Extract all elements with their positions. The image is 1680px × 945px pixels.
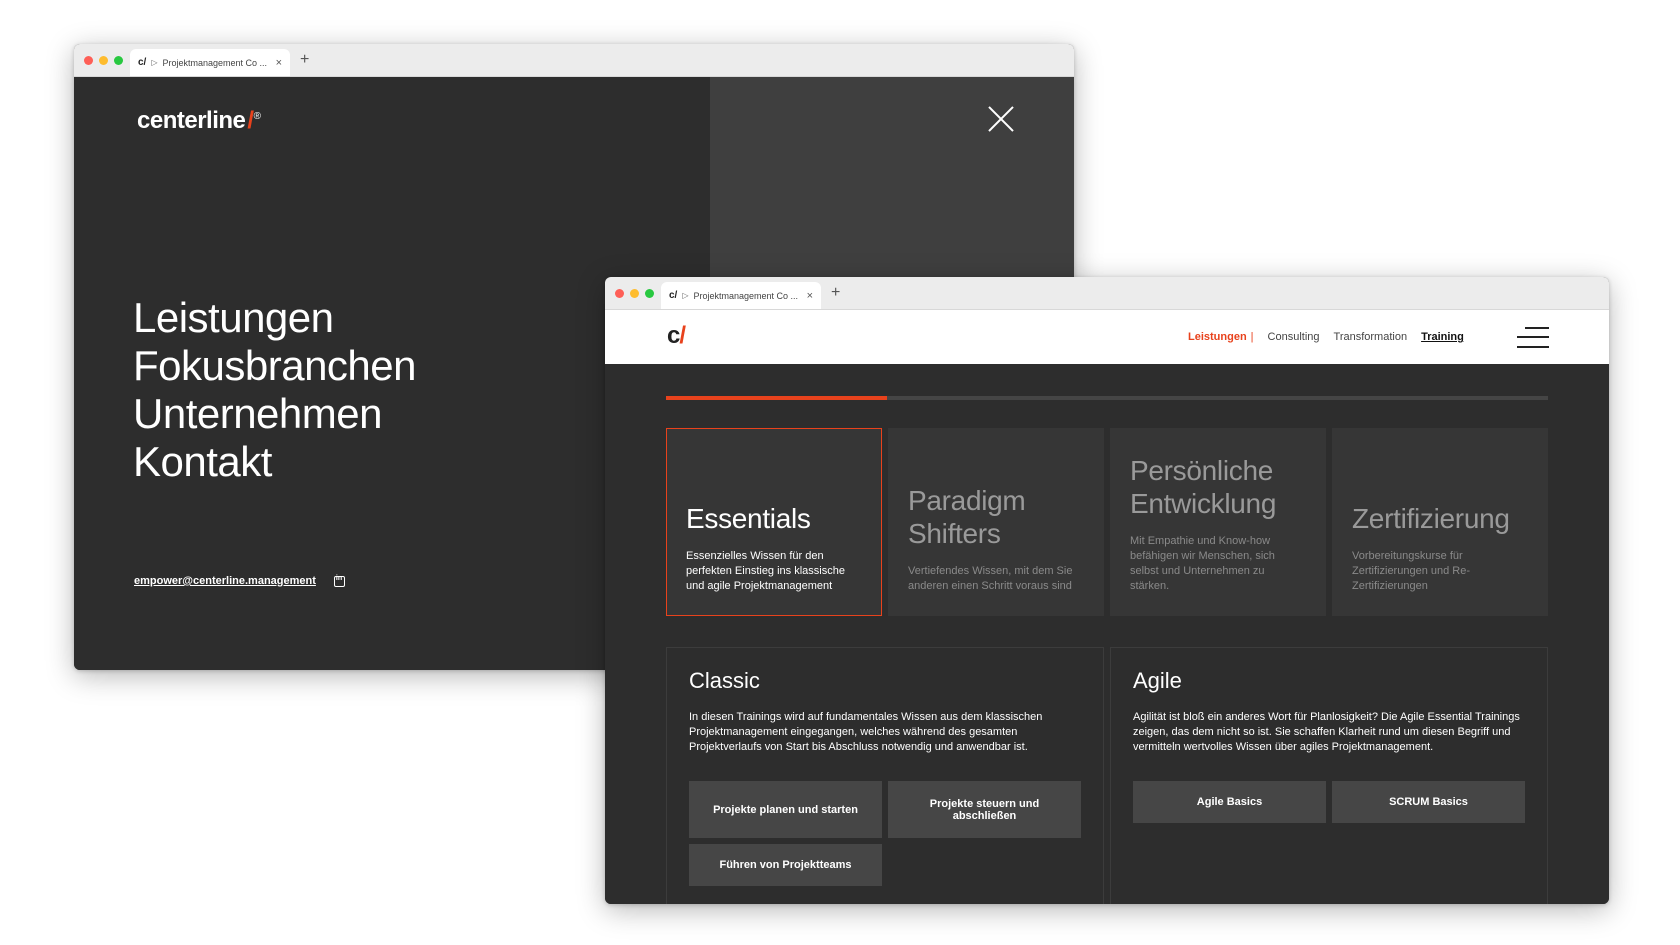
category-title: Persönliche Entwicklung bbox=[1130, 455, 1277, 519]
group-buttons: Agile Basics SCRUM Basics bbox=[1133, 781, 1525, 823]
browser-tab[interactable]: c/ ▷ Projektmanagement Co ... × bbox=[130, 49, 290, 76]
nav-training[interactable]: Training bbox=[1421, 331, 1464, 343]
category-cards: Essentials Essenzielles Wissen für den p… bbox=[666, 428, 1548, 616]
tab-close-icon[interactable]: × bbox=[276, 57, 282, 69]
window-controls bbox=[615, 289, 654, 298]
training-groups: Classic In diesen Trainings wird auf fun… bbox=[666, 647, 1548, 904]
group-buttons: Projekte planen und starten Projekte ste… bbox=[689, 781, 1081, 886]
browser-tab[interactable]: c/ ▷ Projektmanagement Co ... × bbox=[661, 282, 821, 309]
category-description: Essenzielles Wissen für den perfekten Ei… bbox=[686, 550, 845, 592]
email-link[interactable]: empower@centerline.management bbox=[134, 575, 316, 587]
menu-item-kontakt[interactable]: Kontakt bbox=[133, 438, 416, 486]
group-title: Agile bbox=[1133, 668, 1182, 693]
menu-item-fokusbranchen[interactable]: Fokusbranchen bbox=[133, 342, 417, 390]
training-page: Essentials Essenzielles Wissen für den p… bbox=[605, 364, 1609, 904]
group-classic: Classic In diesen Trainings wird auf fun… bbox=[666, 647, 1104, 904]
category-card-zertifizierung[interactable]: Zertifizierung Vorbereitungskurse für Ze… bbox=[1332, 428, 1548, 616]
hamburger-menu-icon[interactable] bbox=[1517, 327, 1549, 349]
category-title: Essentials bbox=[686, 503, 811, 534]
category-card-paradigm-shifters[interactable]: Paradigm Shifters Vertiefendes Wissen, m… bbox=[888, 428, 1104, 616]
main-menu: Leistungen Fokusbranchen Unternehmen Kon… bbox=[133, 294, 417, 486]
tab-title: Projektmanagement Co ... bbox=[162, 57, 268, 68]
maximize-window-button[interactable] bbox=[114, 56, 123, 65]
site-logo[interactable]: c/ bbox=[667, 322, 686, 350]
site-header: c/ Leistungen | Consulting Transformatio… bbox=[605, 310, 1609, 364]
minimize-window-button[interactable] bbox=[630, 289, 639, 298]
contact-row: empower@centerline.management bbox=[134, 575, 345, 587]
window-controls bbox=[84, 56, 123, 65]
training-button-scrum-basics[interactable]: SCRUM Basics bbox=[1332, 781, 1525, 823]
nav-transformation[interactable]: Transformation bbox=[1334, 331, 1408, 343]
training-button-agile-basics[interactable]: Agile Basics bbox=[1133, 781, 1326, 823]
close-window-button[interactable] bbox=[84, 56, 93, 65]
group-description: Agilität ist bloß ein anderes Wort für P… bbox=[1133, 711, 1520, 753]
menu-item-unternehmen[interactable]: Unternehmen bbox=[133, 390, 416, 438]
favicon-icon: c/ bbox=[138, 57, 147, 68]
progress-fill bbox=[666, 396, 887, 400]
minimize-window-button[interactable] bbox=[99, 56, 108, 65]
training-button-projekte-planen[interactable]: Projekte planen und starten bbox=[689, 781, 882, 838]
logo-slash: / bbox=[679, 322, 686, 349]
brand-logo[interactable]: centerline/® bbox=[137, 107, 261, 135]
category-description: Vertiefendes Wissen, mit dem Sie anderen… bbox=[908, 565, 1073, 592]
nav-leistungen[interactable]: Leistungen bbox=[1188, 331, 1247, 343]
group-agile: Agile Agilität ist bloß ein anderes Wort… bbox=[1110, 647, 1548, 904]
group-title: Classic bbox=[689, 668, 760, 693]
category-description: Vorbereitungskurse für Zertifizierungen … bbox=[1352, 550, 1471, 592]
close-window-button[interactable] bbox=[615, 289, 624, 298]
logo-letter: c bbox=[667, 322, 680, 349]
tab-close-icon[interactable]: × bbox=[807, 290, 813, 302]
browser-toolbar: c/ ▷ Projektmanagement Co ... × + bbox=[74, 44, 1074, 77]
tab-title: Projektmanagement Co ... bbox=[693, 290, 799, 301]
browser-toolbar: c/ ▷ Projektmanagement Co ... × + bbox=[605, 277, 1609, 310]
new-tab-button[interactable]: + bbox=[831, 284, 840, 302]
nav-consulting[interactable]: Consulting bbox=[1268, 331, 1320, 343]
progress-track bbox=[666, 396, 1548, 400]
play-icon: ▷ bbox=[682, 291, 689, 300]
training-button-projekte-steuern[interactable]: Projekte steuern und abschließen bbox=[888, 781, 1081, 838]
maximize-window-button[interactable] bbox=[645, 289, 654, 298]
registered-mark: ® bbox=[253, 111, 261, 122]
training-button-fuehren-projektteams[interactable]: Führen von Projektteams bbox=[689, 844, 882, 886]
menu-item-leistungen[interactable]: Leistungen bbox=[133, 294, 416, 342]
linkedin-icon[interactable] bbox=[333, 575, 345, 587]
top-nav: Leistungen | Consulting Transformation T… bbox=[1188, 331, 1478, 343]
play-icon: ▷ bbox=[151, 58, 158, 67]
category-title: Paradigm Shifters bbox=[908, 485, 1026, 549]
close-menu-icon[interactable] bbox=[987, 105, 1015, 133]
brand-name: centerline bbox=[137, 107, 246, 134]
category-card-essentials[interactable]: Essentials Essenzielles Wissen für den p… bbox=[666, 428, 882, 616]
group-description: In diesen Trainings wird auf fundamental… bbox=[689, 711, 1043, 753]
nav-separator: | bbox=[1250, 331, 1254, 343]
category-title: Zertifizierung bbox=[1352, 503, 1510, 534]
category-description: Mit Empathie und Know-how befähigen wir … bbox=[1130, 535, 1275, 592]
category-card-persoenliche-entwicklung[interactable]: Persönliche Entwicklung Mit Empathie und… bbox=[1110, 428, 1326, 616]
new-tab-button[interactable]: + bbox=[300, 51, 309, 69]
favicon-icon: c/ bbox=[669, 290, 678, 301]
browser-window-training: c/ ▷ Projektmanagement Co ... × + c/ Lei… bbox=[605, 277, 1609, 904]
